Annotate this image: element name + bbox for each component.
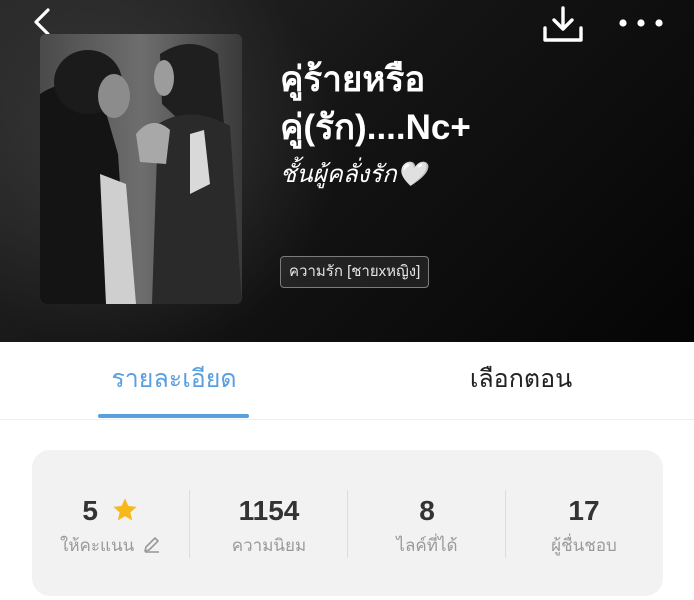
download-icon — [543, 6, 583, 42]
stat-rating-label-row: ให้คะแนน — [32, 534, 190, 558]
stat-likes: 8 ไลค์ที่ได้ — [348, 450, 506, 596]
book-title-line-1: คู่ร้ายหรือ — [280, 60, 426, 99]
tab-bar: รายละเอียด เลือกตอน — [0, 342, 694, 420]
stat-likes-label: ไลค์ที่ได้ — [396, 536, 458, 555]
star-icon — [113, 498, 137, 521]
more-options-button[interactable] — [614, 8, 668, 38]
stat-fans: 17 ผู้ชื่นชอบ — [505, 450, 663, 596]
stat-rating-label: ให้คะแนน — [60, 536, 135, 555]
stat-popularity-value: 1154 — [238, 495, 300, 526]
stat-popularity-label: ความนิยม — [231, 536, 307, 555]
stat-rating[interactable]: 5 ให้คะแนน — [32, 450, 190, 596]
book-cover-image — [40, 34, 242, 304]
stat-fans-label: ผู้ชื่นชอบ — [551, 536, 617, 555]
stat-fans-value: 17 — [568, 495, 600, 526]
active-tab-indicator — [98, 414, 249, 418]
tab-episodes[interactable]: เลือกตอน — [446, 362, 596, 396]
stats-section: 5 ให้คะแนน 1154 ความนิยม 8 ไลค์ที่ได้ 17… — [0, 420, 694, 600]
more-horizontal-icon — [619, 19, 663, 27]
stat-rating-value-row: 5 — [32, 494, 190, 528]
genre-tag[interactable]: ความรัก [ชายxหญิง] — [280, 256, 430, 288]
pencil-icon — [144, 537, 159, 553]
tab-details[interactable]: รายละเอียด — [98, 362, 250, 396]
stats-card: 5 ให้คะแนน 1154 ความนิยม 8 ไลค์ที่ได้ 17… — [32, 450, 663, 596]
stat-popularity: 1154 ความนิยม — [190, 450, 348, 596]
book-title-line-2: คู่(รัก)....Nc+ — [280, 108, 471, 147]
book-title: คู่ร้ายหรือ คู่(รัก)....Nc+ — [280, 56, 680, 152]
stat-rating-value: 5 — [82, 495, 98, 526]
download-button[interactable] — [540, 4, 586, 46]
book-subtitle: ชั้นผู้คลั่งรัก🤍 — [280, 161, 427, 188]
stat-likes-value: 8 — [419, 495, 435, 526]
book-header: คู่ร้ายหรือ คู่(รัก)....Nc+ ชั้นผู้คลั่ง… — [0, 0, 694, 342]
